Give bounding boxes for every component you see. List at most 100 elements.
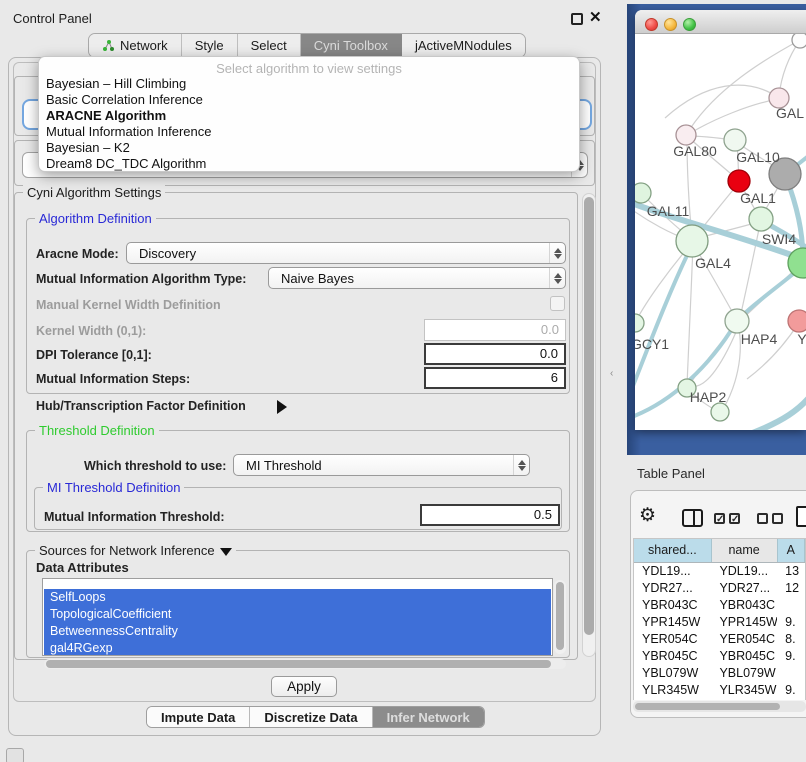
bottom-tab[interactable]: Discretize Data	[250, 707, 372, 727]
attribute-list-item[interactable]: gal4RGexp	[44, 640, 551, 656]
settings-group-title: Cyni Algorithm Settings	[23, 185, 165, 200]
control-panel-tab[interactable]: Cyni Toolbox	[301, 34, 402, 57]
mi-threshold-input[interactable]: 0.5	[420, 504, 560, 526]
table-row[interactable]: YBL079W YBL079W	[634, 665, 805, 682]
network-canvas[interactable]: GALGAL80GAL10GAL1GAL11SWI4GAL4HAP4YGCY1H…	[635, 34, 806, 430]
table-row[interactable]: YPR145W YPR145W 9.	[634, 614, 805, 631]
window-close-icon[interactable]	[645, 18, 658, 31]
table-row[interactable]: YBR043C YBR043C	[634, 597, 805, 614]
attribute-list-item[interactable]: TopologicalCoefficient	[44, 606, 551, 623]
table-row[interactable]: YDL19... YDL19... 13	[634, 563, 805, 580]
dpi-tolerance-label: DPI Tolerance [0,1]:	[36, 348, 152, 362]
control-panel-tab[interactable]: Network	[89, 34, 182, 57]
network-tab-icon	[102, 39, 115, 52]
node-label: HAP2	[690, 389, 727, 405]
table-column-header[interactable]: A	[778, 539, 805, 562]
unchecked-checkbox-icon[interactable]	[757, 513, 768, 524]
unchecked-checkbox-icon[interactable]	[772, 513, 783, 524]
algorithm-list-item[interactable]: Bayesian – Hill Climbing	[39, 76, 579, 92]
algorithm-list-item[interactable]: ARACNE Algorithm	[39, 108, 579, 124]
tab-label: Cyni Toolbox	[314, 38, 388, 53]
collapse-arrow-icon[interactable]	[220, 548, 232, 556]
algorithm-list-item[interactable]: Basic Correlation Inference	[39, 92, 579, 108]
bottom-tab[interactable]: Impute Data	[147, 707, 250, 727]
combo-spinner-icon	[549, 243, 565, 263]
table-row[interactable]: YER054C YER054C 8.	[634, 631, 805, 648]
close-icon[interactable]: ✕	[589, 8, 602, 26]
data-attributes-list: SelfLoopsTopologicalCoefficientBetweenne…	[42, 578, 553, 656]
collapsed-panel-button[interactable]	[6, 748, 24, 762]
network-node[interactable]	[792, 34, 806, 48]
network-node-y[interactable]	[788, 310, 806, 332]
algorithm-list-item[interactable]: Bayesian – K2	[39, 140, 579, 156]
settings-scrollbar-thumb[interactable]	[584, 197, 594, 635]
attribute-list-item[interactable]: BetweennessCentrality	[44, 623, 551, 640]
which-threshold-select[interactable]: MI Threshold	[233, 454, 530, 476]
network-node[interactable]	[635, 183, 651, 203]
table-column-header[interactable]: shared...	[634, 539, 712, 562]
network-node-gal10[interactable]	[724, 129, 746, 151]
control-panel-tab[interactable]: Select	[238, 34, 301, 57]
window-minimize-icon[interactable]	[664, 18, 677, 31]
network-node-gal4[interactable]	[676, 225, 708, 257]
node-label: GAL	[776, 105, 804, 121]
node-label: GCY1	[635, 336, 669, 352]
popup-placeholder: Select algorithm to view settings	[39, 57, 579, 76]
table-hscrollbar-thumb[interactable]	[635, 703, 780, 710]
sources-title[interactable]: Sources for Network Inference	[35, 543, 236, 558]
control-panel-tabbar: Network Style	[88, 33, 526, 58]
data-attributes-label: Data Attributes	[36, 560, 129, 575]
network-node[interactable]	[728, 170, 750, 192]
dpi-tolerance-input[interactable]: 0.0	[424, 343, 566, 365]
gear-icon[interactable]: ⚙	[639, 504, 656, 527]
algorithm-definition-title: Algorithm Definition	[35, 211, 156, 226]
attribute-list-item[interactable]: SelfLoops	[44, 589, 551, 606]
apply-button[interactable]: Apply	[271, 676, 337, 697]
mi-algorithm-type-label: Mutual Information Algorithm Type:	[36, 272, 246, 286]
algorithm-list-item[interactable]: Mutual Information Inference	[39, 124, 579, 140]
network-node-hap4[interactable]	[725, 309, 749, 333]
bottom-tabbar: Impute Data Discretize Data Infer Networ…	[146, 706, 485, 728]
table-row[interactable]: YDR27... YDR27... 12	[634, 580, 805, 597]
window-zoom-icon[interactable]	[683, 18, 696, 31]
mi-steps-input[interactable]: 6	[424, 367, 566, 389]
manual-kernel-width-checkbox[interactable]	[550, 296, 565, 311]
network-node-gal1[interactable]	[749, 207, 773, 231]
algorithm-list-item[interactable]: Dream8 DC_TDC Algorithm	[39, 156, 579, 172]
column-layout-icon[interactable]	[682, 509, 703, 527]
checked-checkbox-icon[interactable]: ✓	[729, 513, 740, 524]
document-icon[interactable]	[796, 506, 806, 527]
node-label: GAL80	[673, 143, 717, 159]
hub-tf-definition-label[interactable]: Hub/Transcription Factor Definition	[36, 399, 246, 413]
hub-expand-arrow-icon[interactable]	[277, 400, 287, 414]
tab-label: Style	[195, 38, 224, 53]
aracne-mode-select[interactable]: Discovery	[126, 242, 566, 264]
panel-splitter-handle[interactable]: ‹	[610, 368, 613, 379]
table-header-row: shared...nameA	[634, 539, 805, 563]
table-row[interactable]: YBR045C YBR045C 9.	[634, 648, 805, 665]
network-window-titlebar[interactable]	[635, 10, 806, 34]
which-threshold-label: Which threshold to use:	[84, 459, 226, 473]
network-node[interactable]	[711, 403, 729, 421]
table-column-header[interactable]: name	[712, 539, 778, 562]
mi-threshold-title: MI Threshold Definition	[43, 480, 184, 495]
kernel-width-input[interactable]: 0.0	[424, 319, 566, 341]
control-panel-tab[interactable]: jActiveMNodules	[402, 34, 525, 57]
bottom-tab[interactable]: Infer Network	[373, 707, 484, 727]
attributes-hscrollbar-thumb[interactable]	[46, 660, 551, 668]
network-node-gcy1[interactable]	[635, 314, 644, 332]
mi-algorithm-type-select[interactable]: Naive Bayes	[268, 267, 566, 289]
table-row[interactable]: YLR345W YLR345W 9.	[634, 682, 805, 699]
network-view-window[interactable]: GALGAL80GAL10GAL1GAL11SWI4GAL4HAP4YGCY1H…	[635, 10, 806, 430]
checked-checkbox-icon[interactable]: ✓	[714, 513, 725, 524]
table-body: YDL19... YDL19... 13 YDR27... YDR27... 1…	[634, 563, 805, 700]
node-label: Y	[797, 331, 806, 347]
manual-kernel-width-label: Manual Kernel Width Definition	[36, 298, 221, 312]
combo-spinner-icon	[549, 268, 565, 288]
float-window-icon[interactable]	[571, 13, 583, 25]
attributes-vscrollbar-thumb[interactable]	[556, 582, 564, 650]
control-panel-tab[interactable]: Style	[182, 34, 238, 57]
network-node-gal80[interactable]	[676, 125, 696, 145]
table-row[interactable]: YIL053C YIL053C 0	[634, 699, 805, 700]
tab-label: jActiveMNodules	[415, 38, 512, 53]
